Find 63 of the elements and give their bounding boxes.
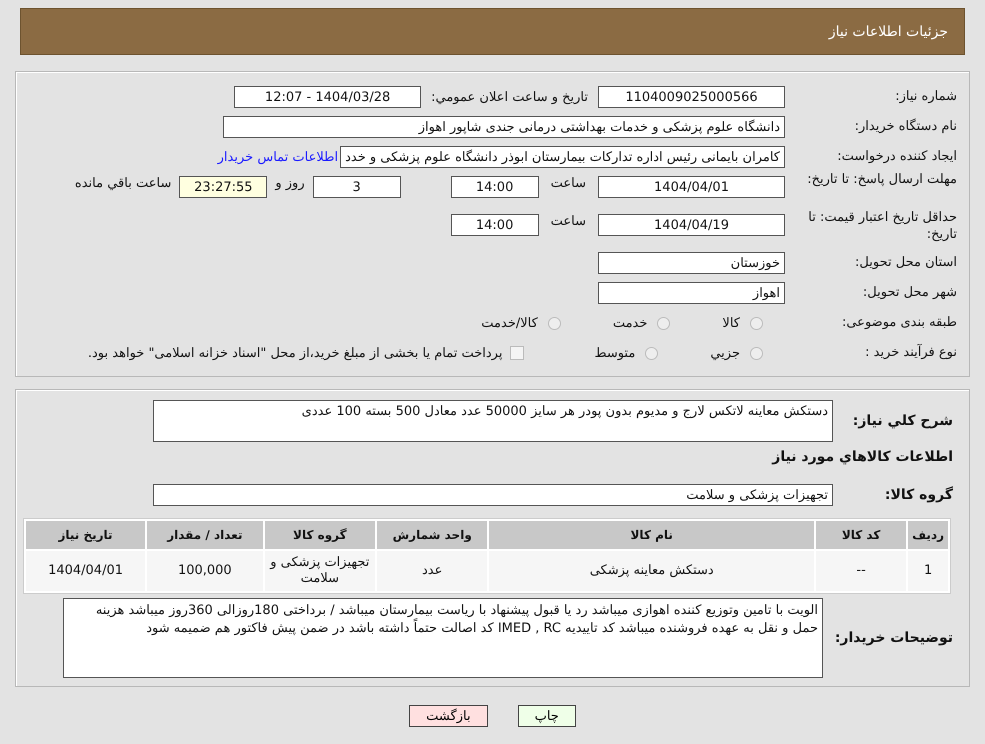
city-field: اهواز bbox=[598, 282, 785, 304]
validity-time-field: 14:00 bbox=[450, 214, 539, 236]
field-label: ساعت باقي مانده bbox=[74, 176, 172, 191]
field-label: تاریخ و ساعت اعلان عمومي: bbox=[431, 90, 588, 104]
buyer-field: دانشگاه علوم پزشکی و خدمات بهداشتی درمانی جندی شاپور اهواز bbox=[223, 116, 785, 138]
column-header: گروه کالا bbox=[264, 521, 376, 549]
column-header: تاریخ نیاز bbox=[26, 521, 146, 549]
radio-label: کالا/خدمت bbox=[481, 316, 538, 330]
description-field: دستکش معاینه لاتکس لارج و مدیوم بدون پودر هر سایز 50000 عدد معادل 500 بسته 100 عددی bbox=[153, 400, 833, 442]
province-field: خوزستان bbox=[598, 252, 785, 274]
field-label: روز و bbox=[275, 176, 305, 191]
field-label: شماره نیاز: bbox=[894, 88, 957, 106]
table-cell: تجهیزات پزشکی و سلامت bbox=[264, 551, 376, 591]
field-label: طبقه بندی موضوعی: bbox=[840, 314, 957, 332]
validity-date-field: 1404/04/19 bbox=[598, 214, 785, 236]
radio-button[interactable] bbox=[750, 346, 763, 360]
radio-label: کالا bbox=[722, 316, 740, 330]
field-label: گروه کالا: bbox=[884, 487, 954, 503]
field-label: نام دستگاه خریدار: bbox=[854, 118, 957, 136]
days-field: 3 bbox=[312, 176, 401, 198]
deadline-time-field: 14:00 bbox=[450, 176, 539, 198]
radio-button[interactable] bbox=[657, 316, 670, 330]
notes-field: الویت با تامین وتوزیع کننده اهوازی میباشد رد یا قبول پیشنهاد با ریاست بیمارستان میباشد / برداختی 180روزالی 360روز میباشد هزینه حمل و نقل به عهده فروشنده میباشد کد تاییدیه IMED , RC کد اصالت حتماً داشته باشد در ضمن پیش فاکتور هم ضمیمه شود bbox=[63, 598, 823, 678]
table-cell: عدد bbox=[377, 551, 488, 591]
print-button[interactable]: چاپ bbox=[518, 705, 576, 727]
field-label: استان محل تحویل: bbox=[854, 254, 957, 272]
announce-date-field: 1404/03/28 - 12:07 bbox=[234, 86, 422, 108]
radio-label: متوسط bbox=[594, 346, 636, 360]
creator-field: کامران بایمانی رئیس اداره تدارکات بیمارستان ابوذر دانشگاه علوم پزشکی و خدد bbox=[340, 146, 785, 168]
table-cell: دستکش معاینه پزشکی bbox=[489, 551, 814, 591]
checkbox-label: پرداخت تمام یا بخشی از مبلغ خرید،از محل "اسناد خزانه اسلامی" خواهد بود. bbox=[88, 346, 502, 360]
column-header: نام کالا bbox=[489, 521, 814, 549]
table-cell: 1 bbox=[908, 551, 948, 591]
deadline-date-field: 1404/04/01 bbox=[598, 176, 785, 198]
back-button[interactable]: بازگشت bbox=[409, 705, 488, 727]
field-label: حداقل تاریخ اعتبار قیمت: تا تاریخ: bbox=[807, 210, 957, 244]
field-label: شهر محل تحویل: bbox=[862, 284, 957, 302]
field-label: شرح کلي نياز: bbox=[852, 413, 954, 429]
table-cell: 1404/04/01 bbox=[26, 551, 146, 591]
field-label: توضیحات خریدار: bbox=[834, 630, 954, 646]
field-label: مهلت ارسال پاسخ: تا تاریخ: bbox=[806, 172, 957, 189]
page-title: جزئیات اطلاعات نیاز bbox=[828, 24, 948, 40]
radio-label: خدمت bbox=[612, 316, 648, 330]
column-header: کد کالا bbox=[816, 521, 906, 549]
field-label: ایجاد کننده درخواست: bbox=[836, 148, 957, 166]
radio-label: جزيي bbox=[710, 346, 740, 360]
radio-button[interactable] bbox=[645, 346, 658, 360]
goods-group-field: تجهیزات پزشکی و سلامت bbox=[153, 484, 833, 506]
column-header: واحد شمارش bbox=[377, 521, 488, 549]
contact-link[interactable]: اطلاعات تماس خریدار bbox=[218, 150, 338, 164]
radio-button[interactable] bbox=[548, 316, 561, 330]
field-label: ساعت bbox=[550, 176, 586, 191]
radio-button[interactable] bbox=[750, 316, 763, 330]
field-label: ساعت bbox=[550, 214, 586, 229]
field-label: نوع فرآیند خرید : bbox=[864, 344, 957, 362]
checkbox[interactable] bbox=[510, 346, 524, 360]
column-header: ردیف bbox=[908, 521, 948, 549]
table-cell: -- bbox=[816, 551, 906, 591]
countdown-field: 23:27:55 bbox=[179, 176, 268, 198]
need-number-field: 1104009025000566 bbox=[598, 86, 785, 108]
column-header: تعداد / مقدار bbox=[147, 521, 263, 549]
section-title: اطلاعات کالاهاي مورد نياز bbox=[772, 449, 954, 465]
table-cell: 100,000 bbox=[147, 551, 263, 591]
